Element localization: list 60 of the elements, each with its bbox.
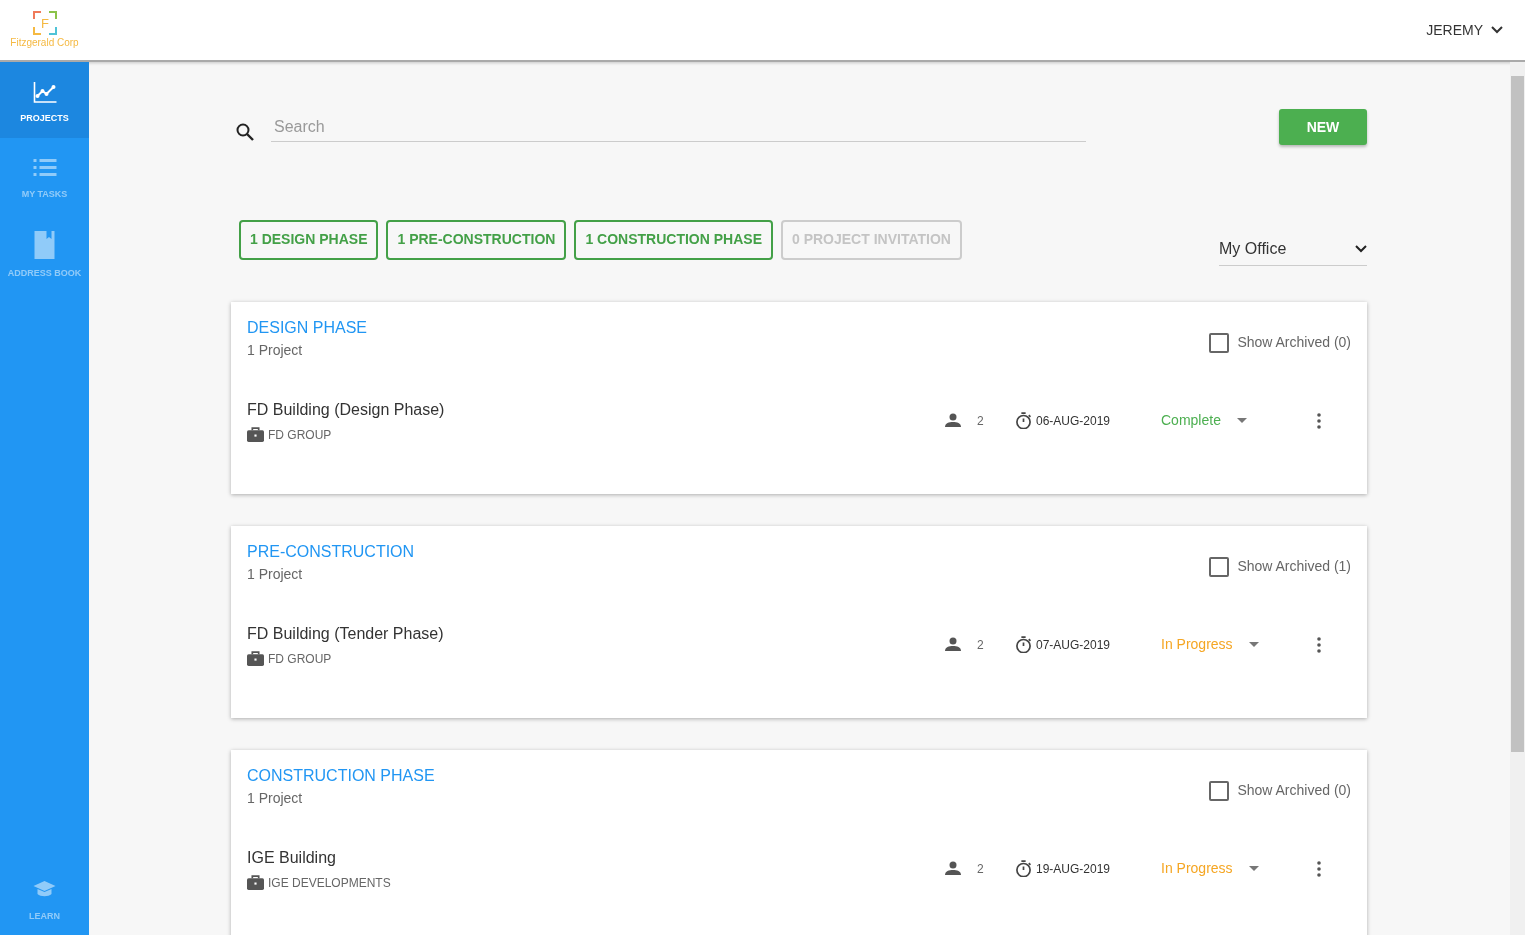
status-dropdown[interactable]: In Progress — [1155, 633, 1295, 656]
person-icon — [945, 636, 961, 653]
show-archived-checkbox[interactable]: Show Archived (0) — [1209, 780, 1351, 801]
person-icon — [945, 412, 961, 429]
member-count: 2 — [977, 412, 984, 430]
new-button[interactable]: NEW — [1279, 109, 1367, 145]
project-count: 1 Project — [247, 565, 304, 584]
caret-icon — [1236, 417, 1247, 424]
chevron-down-icon — [1355, 245, 1367, 253]
project-date: 19-AUG-2019 — [1036, 860, 1111, 878]
section-title: PRE-CONSTRUCTION — [247, 542, 415, 562]
checkbox-label: Show Archived (0) — [1237, 333, 1351, 352]
status-dropdown[interactable]: Complete — [1155, 409, 1295, 432]
caret-icon — [1248, 865, 1259, 872]
filter-chip[interactable]: 1 CONSTRUCTION PHASE — [574, 219, 773, 260]
filter-chip[interactable]: 1 PRE-CONSTRUCTION — [386, 219, 567, 260]
briefcase-icon — [247, 650, 264, 667]
project-name[interactable]: FD Building (Tender Phase) — [247, 621, 945, 646]
logo-text: Fitzgerald Corp — [10, 35, 79, 50]
member-count: 2 — [977, 636, 984, 654]
member-count: 2 — [977, 860, 984, 878]
section-title: DESIGN PHASE — [247, 318, 368, 338]
checkbox[interactable] — [1209, 780, 1230, 801]
project-count: 1 Project — [247, 341, 304, 360]
show-archived-checkbox[interactable]: Show Archived (1) — [1209, 556, 1351, 577]
project-date: 06-AUG-2019 — [1036, 412, 1111, 430]
company-name: FD GROUP — [268, 426, 332, 444]
user-menu[interactable]: JEREMY — [1420, 18, 1509, 42]
person-icon — [945, 860, 961, 877]
company-name: FD GROUP — [268, 650, 332, 668]
sidebar-item[interactable]: ADDRESS BOOK — [0, 213, 89, 293]
search-icon — [235, 121, 255, 142]
show-archived-checkbox[interactable]: Show Archived (0) — [1209, 332, 1351, 353]
company-name: IGE DEVELOPMENTS — [268, 874, 391, 892]
briefcase-icon — [247, 874, 264, 891]
scrollbar[interactable] — [1510, 62, 1525, 935]
stopwatch-icon — [1015, 636, 1032, 653]
project-name[interactable]: FD Building (Design Phase) — [247, 397, 945, 422]
sidebar-item[interactable]: LEARN — [0, 859, 89, 935]
book-icon — [32, 231, 57, 259]
section-title: CONSTRUCTION PHASE — [247, 766, 435, 786]
office-select[interactable]: My Office — [1219, 237, 1367, 266]
sidebar-item[interactable]: PROJECTS — [0, 62, 89, 138]
search-field[interactable]: Search — [271, 112, 1086, 142]
checkbox[interactable] — [1209, 332, 1230, 353]
chart-icon — [32, 80, 57, 104]
caret-icon — [1248, 641, 1259, 648]
filter-chip[interactable]: 1 DESIGN PHASE — [239, 219, 379, 260]
status-dropdown[interactable]: In Progress — [1155, 857, 1295, 880]
checkbox-label: Show Archived (0) — [1237, 781, 1351, 800]
checkbox[interactable] — [1209, 556, 1230, 577]
stopwatch-icon — [1015, 412, 1032, 429]
chevron-down-icon — [1491, 26, 1503, 34]
project-count: 1 Project — [247, 789, 304, 808]
project-name[interactable]: IGE Building — [247, 845, 945, 870]
stopwatch-icon — [1015, 860, 1032, 877]
project-date: 07-AUG-2019 — [1036, 636, 1111, 654]
checkbox-label: Show Archived (1) — [1237, 557, 1351, 576]
briefcase-icon — [247, 426, 264, 443]
sidebar-item[interactable]: MY TASKS — [0, 137, 89, 213]
